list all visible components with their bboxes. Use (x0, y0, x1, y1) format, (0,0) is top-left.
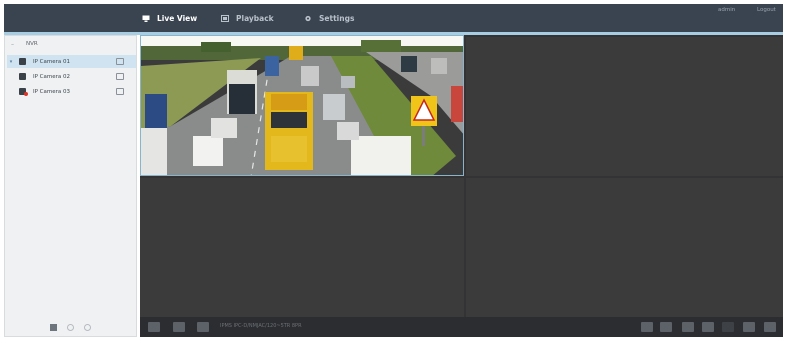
camera-item-02[interactable]: IP Camera 02 (7, 70, 136, 83)
camera-icon (19, 58, 26, 65)
top-nav-bar: Live View Playback Settings admin Logout (4, 4, 783, 32)
expand-arrow-icon[interactable]: ▾ (7, 59, 15, 65)
tab-playback[interactable]: Playback (221, 4, 274, 32)
device-tree-panel: – NVR ▾ IP Camera 01 IP Camera 02 IP Cam… (4, 35, 137, 337)
logout-link[interactable]: Logout (757, 7, 776, 13)
monitor-icon (142, 15, 150, 22)
camera-label: IP Camera 03 (33, 88, 71, 95)
username-label: admin (718, 7, 736, 13)
tree-footer (5, 318, 136, 336)
tree-root-nvr[interactable]: – NVR (11, 41, 38, 47)
live-view-toolbar: IPMS IPC-D/NMJAC/120~5TR 8PR (140, 317, 783, 337)
camera-control-icon[interactable] (116, 88, 124, 95)
previous-page-icon[interactable] (67, 323, 74, 331)
video-window-3[interactable] (140, 178, 464, 317)
camera-label: IP Camera 01 (33, 58, 71, 65)
more-options-icon[interactable] (764, 322, 776, 332)
refresh-icon[interactable] (743, 322, 755, 332)
camera-offline-icon (19, 88, 28, 96)
tab-live-view-label: Live View (157, 13, 198, 23)
film-icon (221, 14, 229, 22)
record-icon[interactable] (660, 322, 672, 332)
window-layout-icon[interactable] (148, 322, 160, 332)
audio-icon[interactable] (702, 322, 714, 332)
stream-select-icon[interactable] (197, 322, 209, 332)
video-window-2[interactable] (466, 37, 783, 176)
camera-control-icon[interactable] (116, 73, 124, 80)
camera-item-01[interactable]: ▾ IP Camera 01 (7, 55, 136, 68)
collapse-icon[interactable]: – (11, 41, 16, 47)
camera-item-03[interactable]: IP Camera 03 (7, 85, 136, 98)
video-window-4[interactable] (466, 178, 783, 317)
tab-settings[interactable]: Settings (304, 4, 354, 32)
tab-playback-label: Playback (236, 13, 274, 23)
live-video-frame (141, 36, 463, 175)
app-window: Live View Playback Settings admin Logout… (0, 0, 785, 339)
tab-settings-label: Settings (319, 13, 355, 23)
video-window-1[interactable] (140, 35, 464, 176)
tree-root-label: NVR (26, 41, 38, 47)
camera-control-icon[interactable] (116, 58, 124, 65)
fullscreen-icon[interactable] (173, 322, 185, 332)
capture-icon[interactable] (641, 322, 653, 332)
tab-live-view[interactable]: Live View (142, 4, 197, 32)
stream-info-text: IPMS IPC-D/NMJAC/120~5TR 8PR (220, 323, 302, 329)
ptz-icon[interactable] (722, 322, 734, 332)
camera-label: IP Camera 02 (33, 73, 71, 80)
next-page-icon[interactable] (84, 323, 91, 331)
gear-icon (305, 15, 311, 21)
video-grid (140, 35, 783, 317)
stop-all-icon[interactable] (50, 323, 57, 331)
zoom-icon[interactable] (682, 322, 694, 332)
camera-icon (19, 73, 26, 80)
